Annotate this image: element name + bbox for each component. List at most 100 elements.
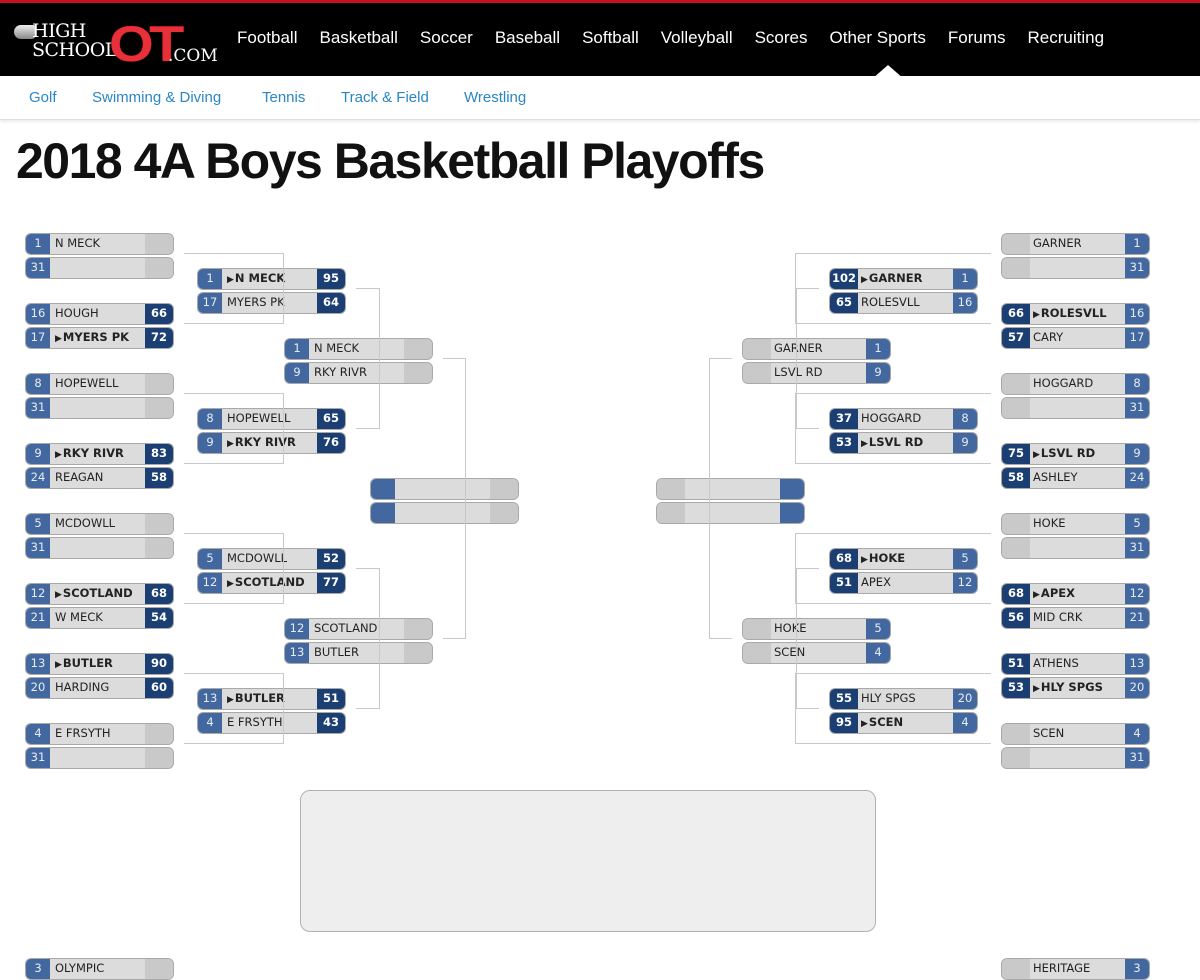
winner-arrow-icon: ▶ — [1033, 310, 1040, 320]
team-slot[interactable]: 3 OLYMPIC — [25, 958, 174, 980]
bracket-connector — [379, 288, 380, 429]
team-slot[interactable]: 31 — [1001, 747, 1150, 769]
team-slot[interactable]: 12 68 ▶APEX — [1001, 583, 1150, 605]
subnav-item-tennis[interactable]: Tennis — [262, 89, 305, 106]
team-slot[interactable]: 9 83 ▶RKY RIVR — [25, 443, 174, 465]
team-slot[interactable]: 9 75 ▶LSVL RD — [1001, 443, 1150, 465]
team-slot[interactable]: 4 E FRSYTH — [25, 723, 174, 745]
team-slot[interactable] — [656, 478, 805, 500]
team-seed: 21 — [1125, 608, 1149, 628]
team-slot[interactable]: 12 77 ▶SCOTLAND — [197, 572, 346, 594]
team-slot[interactable] — [370, 502, 519, 524]
nav-item-scores[interactable]: Scores — [755, 28, 808, 48]
team-slot[interactable]: 17 57 CARY — [1001, 327, 1150, 349]
team-seed: 12 — [1125, 584, 1149, 604]
team-slot[interactable]: 31 — [1001, 537, 1150, 559]
team-slot[interactable]: 13 51 ATHENS — [1001, 653, 1150, 675]
nav-item-soccer[interactable]: Soccer — [420, 28, 473, 48]
winner-arrow-icon: ▶ — [861, 439, 868, 449]
nav-item-recruiting[interactable]: Recruiting — [1028, 28, 1105, 48]
winner-arrow-icon: ▶ — [1033, 684, 1040, 694]
team-slot[interactable]: 16 66 HOUGH — [25, 303, 174, 325]
team-slot[interactable]: 12 SCOTLAND — [284, 618, 433, 640]
site-logo[interactable]: HIGH SCHOOL OT .COM — [14, 19, 219, 69]
winner-arrow-icon: ▶ — [227, 695, 234, 705]
team-slot[interactable]: 20 60 HARDING — [25, 677, 174, 699]
bracket-connector — [796, 288, 797, 429]
team-slot[interactable]: 8 HOGGARD — [1001, 373, 1150, 395]
bracket-connector — [795, 673, 991, 674]
team-slot[interactable]: 12 68 ▶SCOTLAND — [25, 583, 174, 605]
team-slot[interactable]: 8 37 HOGGARD — [829, 408, 978, 430]
team-slot[interactable]: 31 — [25, 397, 174, 419]
team-name: SCOTLAND — [314, 621, 378, 635]
nav-item-volleyball[interactable]: Volleyball — [661, 28, 733, 48]
team-score — [145, 724, 173, 744]
team-slot[interactable]: 21 54 W MECK — [25, 607, 174, 629]
team-slot[interactable]: 12 51 APEX — [829, 572, 978, 594]
team-slot[interactable]: 1 N MECK — [25, 233, 174, 255]
team-slot[interactable]: 31 — [25, 537, 174, 559]
team-slot[interactable] — [370, 478, 519, 500]
bracket-connector — [184, 463, 283, 464]
team-slot[interactable]: 17 64 MYERS PK — [197, 292, 346, 314]
team-slot[interactable]: 1 GARNER — [742, 338, 891, 360]
team-slot[interactable]: 24 58 REAGAN — [25, 467, 174, 489]
team-slot[interactable]: 5 52 MCDOWLL — [197, 548, 346, 570]
team-slot[interactable]: 13 BUTLER — [284, 642, 433, 664]
bracket-connector — [356, 288, 379, 289]
nav-item-basketball[interactable]: Basketball — [319, 28, 397, 48]
subnav-item-wrestling[interactable]: Wrestling — [464, 89, 526, 106]
team-slot[interactable] — [656, 502, 805, 524]
team-slot[interactable]: 8 65 HOPEWELL — [197, 408, 346, 430]
team-slot[interactable]: 20 53 ▶HLY SPGS — [1001, 677, 1150, 699]
team-slot[interactable]: 17 72 ▶MYERS PK — [25, 327, 174, 349]
team-slot[interactable]: 1 102 ▶GARNER — [829, 268, 978, 290]
subnav-item-track-field[interactable]: Track & Field — [341, 89, 429, 106]
team-slot[interactable]: 1 GARNER — [1001, 233, 1150, 255]
team-slot[interactable]: 9 RKY RIVR — [284, 362, 433, 384]
bracket-connector — [443, 638, 465, 639]
team-slot[interactable]: 31 — [25, 257, 174, 279]
team-slot[interactable]: 8 HOPEWELL — [25, 373, 174, 395]
team-slot[interactable]: 4 SCEN — [1001, 723, 1150, 745]
team-slot[interactable]: 1 95 ▶N MECK — [197, 268, 346, 290]
team-seed: 1 — [953, 269, 977, 289]
team-slot[interactable]: 16 65 ROLESVLL — [829, 292, 978, 314]
team-slot[interactable]: 4 SCEN — [742, 642, 891, 664]
team-slot[interactable]: 31 — [25, 747, 174, 769]
team-seed: 20 — [1125, 678, 1149, 698]
team-slot[interactable]: 9 53 ▶LSVL RD — [829, 432, 978, 454]
team-slot[interactable]: 13 90 ▶BUTLER — [25, 653, 174, 675]
team-score: 43 — [317, 713, 345, 733]
subnav-item-golf[interactable]: Golf — [29, 89, 57, 106]
subnav-item-swimming-diving[interactable]: Swimming & Diving — [92, 89, 221, 106]
team-slot[interactable]: 4 95 ▶SCEN — [829, 712, 978, 734]
nav-item-forums[interactable]: Forums — [948, 28, 1006, 48]
team-slot[interactable]: 5 HOKE — [742, 618, 891, 640]
team-slot[interactable]: 13 51 ▶BUTLER — [197, 688, 346, 710]
team-seed: 8 — [26, 374, 50, 394]
team-slot[interactable]: 3 HERITAGE — [1001, 958, 1150, 980]
team-slot[interactable]: 31 — [1001, 257, 1150, 279]
nav-item-softball[interactable]: Softball — [582, 28, 639, 48]
team-slot[interactable]: 9 76 ▶RKY RIVR — [197, 432, 346, 454]
team-seed: 1 — [1125, 234, 1149, 254]
team-slot[interactable]: 24 58 ASHLEY — [1001, 467, 1150, 489]
team-slot[interactable]: 5 HOKE — [1001, 513, 1150, 535]
team-slot[interactable]: 21 56 MID CRK — [1001, 607, 1150, 629]
team-slot[interactable]: 16 66 ▶ROLESVLL — [1001, 303, 1150, 325]
nav-item-football[interactable]: Football — [237, 28, 297, 48]
team-slot[interactable]: 1 N MECK — [284, 338, 433, 360]
team-slot[interactable]: 5 68 ▶HOKE — [829, 548, 978, 570]
team-slot[interactable]: 20 55 HLY SPGS — [829, 688, 978, 710]
nav-item-baseball[interactable]: Baseball — [495, 28, 560, 48]
nav-item-other-sports[interactable]: Other Sports — [830, 28, 926, 48]
team-score: 57 — [1002, 328, 1030, 348]
team-seed: 31 — [1125, 258, 1149, 278]
team-slot[interactable]: 9 LSVL RD — [742, 362, 891, 384]
team-slot[interactable]: 31 — [1001, 397, 1150, 419]
bracket-connector — [356, 708, 379, 709]
team-slot[interactable]: 5 MCDOWLL — [25, 513, 174, 535]
team-slot[interactable]: 4 43 E FRSYTH — [197, 712, 346, 734]
